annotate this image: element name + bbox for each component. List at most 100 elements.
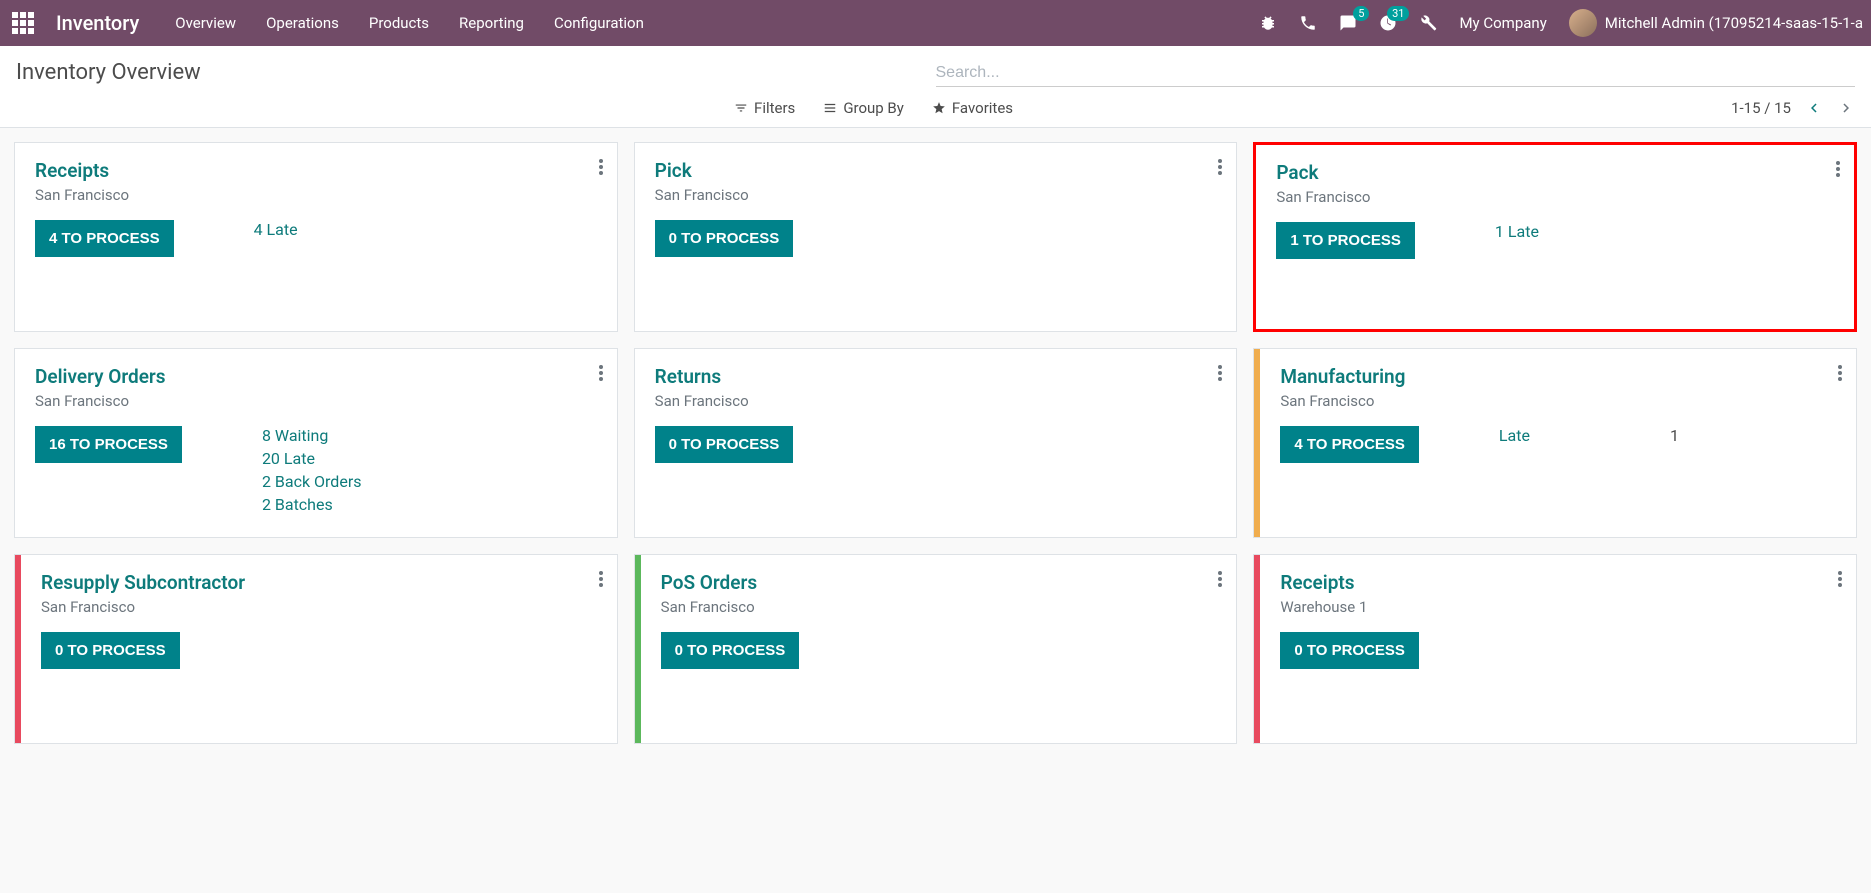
bug-icon[interactable] xyxy=(1259,14,1277,32)
app-brand[interactable]: Inventory xyxy=(56,11,139,35)
process-button[interactable]: 0 TO PROCESS xyxy=(655,220,794,257)
card-title[interactable]: Delivery Orders xyxy=(35,365,597,388)
nav-configuration[interactable]: Configuration xyxy=(554,14,644,32)
kanban-view: Receipts San Francisco 4 TO PROCESS 4 Late P… xyxy=(0,128,1871,758)
card-body: 4 TO PROCESS 4 Late xyxy=(35,220,597,257)
card-body: 0 TO PROCESS xyxy=(41,632,597,669)
phone-icon[interactable] xyxy=(1299,14,1317,32)
card-menu-icon[interactable] xyxy=(599,569,603,589)
card-color-bar xyxy=(1254,349,1260,537)
kanban-card[interactable]: ReceiptsSan Francisco4 TO PROCESS4 Late xyxy=(14,142,618,332)
search-input[interactable] xyxy=(936,64,1856,82)
card-menu-icon[interactable] xyxy=(1838,569,1842,589)
process-button[interactable]: 4 TO PROCESS xyxy=(1280,426,1419,463)
stat-value: 1 xyxy=(1670,426,1679,445)
card-subtitle: San Francisco xyxy=(655,392,1217,410)
kanban-card[interactable]: Pick San Francisco 0 TO PROCESS xyxy=(634,142,1238,332)
pager-text: 1-15 / 15 xyxy=(1731,99,1791,117)
groupby-button[interactable]: Group By xyxy=(823,99,904,117)
card-color-bar xyxy=(15,555,21,743)
chevron-left-icon xyxy=(1805,99,1823,117)
kanban-card[interactable]: Delivery Orders San Francisco 16 TO PROCES… xyxy=(14,348,618,538)
card-stats: 4 Late xyxy=(254,220,298,239)
card-body: 0 TO PROCESS xyxy=(1280,632,1836,669)
card-title[interactable]: Receipts xyxy=(35,159,597,182)
card-menu-icon[interactable] xyxy=(1836,159,1840,179)
user-menu[interactable]: Mitchell Admin (17095214-saas-15-1-a xyxy=(1569,9,1863,37)
company-switcher[interactable]: My Company xyxy=(1459,14,1546,32)
card-title[interactable]: Manufacturing xyxy=(1280,365,1836,388)
list-icon xyxy=(823,101,837,115)
tools-icon[interactable] xyxy=(1419,14,1437,32)
card-title[interactable]: Receipts xyxy=(1280,571,1836,594)
card-title[interactable]: Pack xyxy=(1276,161,1834,184)
card-title[interactable]: Resupply Subcontractor xyxy=(41,571,597,594)
stat-link[interactable]: 2 Batches xyxy=(262,495,362,514)
kanban-card[interactable]: PackSan Francisco1 TO PROCESS1 Late xyxy=(1253,142,1857,332)
pager: 1-15 / 15 xyxy=(1731,99,1855,117)
card-body: 1 TO PROCESS 1 Late xyxy=(1276,222,1834,259)
card-menu-icon[interactable] xyxy=(1218,363,1222,383)
chat-badge: 5 xyxy=(1353,6,1369,21)
card-body: 16 TO PROCESS 8 Waiting 20 Late 2 Back Orde… xyxy=(35,426,597,514)
nav-products[interactable]: Products xyxy=(369,14,429,32)
star-icon xyxy=(932,101,946,115)
kanban-card[interactable]: Resupply Subcontractor San Francisco 0 TO … xyxy=(14,554,618,744)
card-body: 0 TO PROCESS xyxy=(655,220,1217,257)
kanban-card[interactable]: ManufacturingSan Francisco4 TO PROCESSLa… xyxy=(1253,348,1857,538)
activity-badge: 31 xyxy=(1387,6,1409,21)
kanban-card[interactable]: PoS Orders San Francisco 0 TO PROCESS xyxy=(634,554,1238,744)
card-title[interactable]: Pick xyxy=(655,159,1217,182)
card-menu-icon[interactable] xyxy=(599,157,603,177)
process-button[interactable]: 0 TO PROCESS xyxy=(41,632,180,669)
process-button[interactable]: 0 TO PROCESS xyxy=(1280,632,1419,669)
avatar xyxy=(1569,9,1597,37)
stat-link[interactable]: 4 Late xyxy=(254,220,298,239)
nav-operations[interactable]: Operations xyxy=(266,14,339,32)
control-panel: Inventory Overview Filters Group By Favo… xyxy=(0,46,1871,128)
search-wrap xyxy=(936,58,1856,87)
nav-reporting[interactable]: Reporting xyxy=(459,14,524,32)
process-button[interactable]: 16 TO PROCESS xyxy=(35,426,182,463)
card-menu-icon[interactable] xyxy=(1218,157,1222,177)
card-subtitle: San Francisco xyxy=(41,598,597,616)
stat-link[interactable]: 20 Late xyxy=(262,449,362,468)
chat-icon[interactable]: 5 xyxy=(1339,14,1357,32)
nav-overview[interactable]: Overview xyxy=(175,14,236,32)
process-button[interactable]: 4 TO PROCESS xyxy=(35,220,174,257)
stat-link[interactable]: Late xyxy=(1499,426,1530,445)
card-stat-row: Late 1 xyxy=(1499,426,1679,445)
process-button[interactable]: 1 TO PROCESS xyxy=(1276,222,1415,259)
card-subtitle: San Francisco xyxy=(655,186,1217,204)
card-body: 4 TO PROCESS Late 1 xyxy=(1280,426,1836,463)
activity-icon[interactable]: 31 xyxy=(1379,14,1397,32)
kanban-card[interactable]: Returns San Francisco 0 TO PROCESS xyxy=(634,348,1238,538)
navbar-right: 5 31 My Company Mitchell Admin (17095214… xyxy=(1259,9,1863,37)
page-title: Inventory Overview xyxy=(16,60,201,85)
card-color-bar xyxy=(635,555,641,743)
card-menu-icon[interactable] xyxy=(1838,363,1842,383)
top-navbar: Inventory Overview Operations Products R… xyxy=(0,0,1871,46)
card-menu-icon[interactable] xyxy=(1218,569,1222,589)
stat-link[interactable]: 2 Back Orders xyxy=(262,472,362,491)
pager-next[interactable] xyxy=(1837,99,1855,117)
card-subtitle: San Francisco xyxy=(661,598,1217,616)
card-subtitle: Warehouse 1 xyxy=(1280,598,1836,616)
pager-prev[interactable] xyxy=(1805,99,1823,117)
stat-link[interactable]: 8 Waiting xyxy=(262,426,362,445)
favorites-button[interactable]: Favorites xyxy=(932,99,1013,117)
stat-link[interactable]: 1 Late xyxy=(1495,222,1539,241)
card-title[interactable]: PoS Orders xyxy=(661,571,1217,594)
apps-icon[interactable] xyxy=(8,8,38,38)
process-button[interactable]: 0 TO PROCESS xyxy=(655,426,794,463)
process-button[interactable]: 0 TO PROCESS xyxy=(661,632,800,669)
card-stats: 1 Late xyxy=(1495,222,1539,241)
card-body: 0 TO PROCESS xyxy=(655,426,1217,463)
card-menu-icon[interactable] xyxy=(599,363,603,383)
chevron-right-icon xyxy=(1837,99,1855,117)
kanban-card[interactable]: Receipts Warehouse 1 0 TO PROCESS xyxy=(1253,554,1857,744)
card-subtitle: San Francisco xyxy=(35,392,597,410)
filters-button[interactable]: Filters xyxy=(734,99,795,117)
filter-icon xyxy=(734,101,748,115)
card-title[interactable]: Returns xyxy=(655,365,1217,388)
